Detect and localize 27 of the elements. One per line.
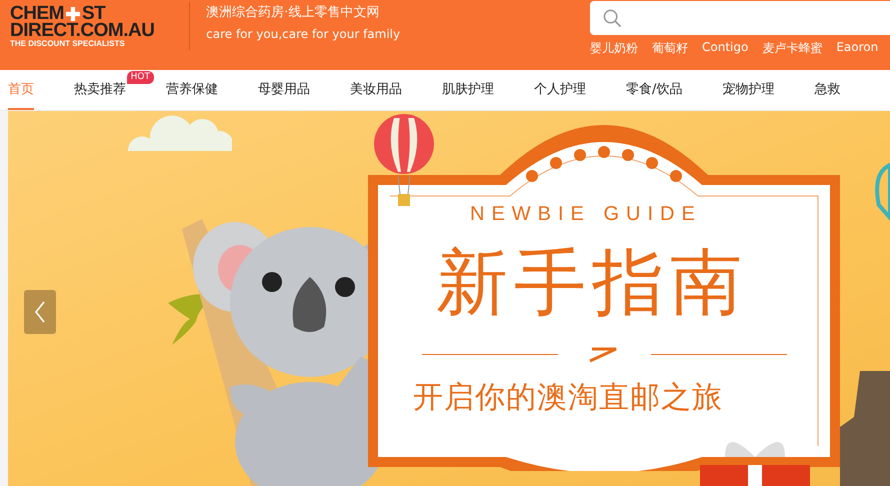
logo-text: DIRECT.COM.AU <box>10 22 156 39</box>
slogan-text: care for you,care for your family <box>206 27 402 41</box>
nav-tab[interactable]: 零食/饮品 <box>626 70 682 110</box>
hot-badge: HOT <box>126 71 154 84</box>
logo-text: CHEM <box>10 5 64 22</box>
cloud-icon <box>128 115 232 151</box>
nav-tab[interactable]: 母婴用品 <box>258 70 310 110</box>
previous-arrow-button[interactable] <box>24 290 56 334</box>
nav-tab[interactable]: 宠物护理 <box>722 70 774 110</box>
slogan-text: 澳洲综合药房·线上零售中文网 <box>206 4 380 21</box>
nav-tab[interactable]: 肌肤护理 <box>442 70 494 110</box>
search-icon <box>603 8 622 28</box>
balloon-icon <box>874 163 890 223</box>
hot-air-balloon-icon <box>374 114 434 206</box>
banner-caption: 开启你的澳淘直邮之旅 <box>413 379 723 417</box>
banner-subtitle: NEWBIE GUIDE <box>470 203 702 226</box>
logo[interactable]: CHEM ST DIRECT.COM.AU THE DISCOUNT SPECIALISTS <box>10 2 190 50</box>
logo-text: ST <box>82 5 106 22</box>
nav-tab[interactable]: 美妆用品 <box>350 70 402 110</box>
nav-tab[interactable]: 营养保健 <box>166 70 218 110</box>
logo-tagline: THE DISCOUNT SPECIALISTS <box>10 39 126 49</box>
chevron-left-icon <box>34 300 46 324</box>
banner-title: 新手指南 <box>436 239 748 326</box>
nav-tab[interactable]: 个人护理 <box>534 70 586 110</box>
cross-icon <box>66 6 80 20</box>
nav-tab[interactable]: 急救 <box>814 70 840 110</box>
search-field[interactable] <box>590 1 890 35</box>
